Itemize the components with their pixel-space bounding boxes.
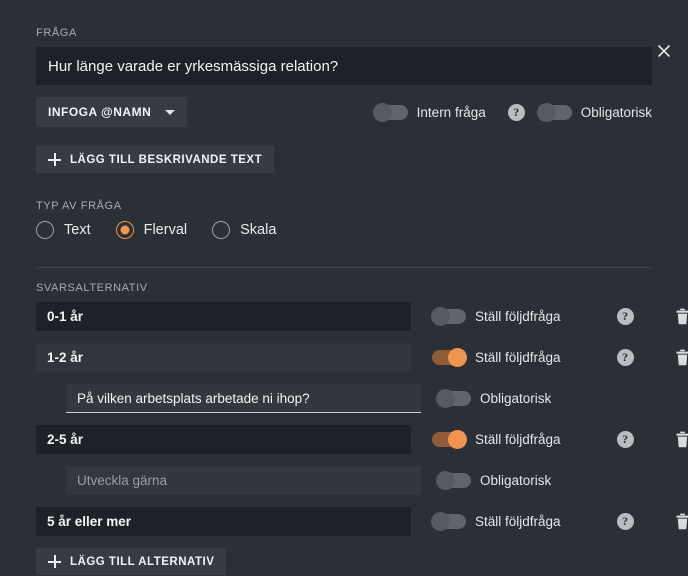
followup-toggle-label: Ställ följdfråga — [475, 432, 561, 447]
followup-question-input[interactable] — [66, 466, 421, 495]
radio-label: Skala — [240, 222, 277, 238]
answer-option-row: Ställ följdfråga ? — [36, 425, 688, 454]
help-icon[interactable]: ? — [507, 103, 525, 121]
toggle-knob — [431, 512, 450, 531]
question-input[interactable] — [36, 47, 652, 85]
answer-option-input[interactable] — [36, 507, 411, 536]
radio-icon-selected — [115, 221, 134, 239]
toggle-knob — [436, 471, 455, 490]
plus-icon — [48, 555, 61, 568]
followup-required-label: Obligatorisk — [480, 473, 552, 488]
required-label: Obligatorisk — [580, 104, 652, 120]
followup-question-row: Obligatorisk — [36, 384, 652, 413]
delete-option-button[interactable] — [675, 349, 688, 367]
internal-question-toggle-group: Intern fråga — [372, 102, 486, 122]
followup-required-toggle[interactable] — [436, 389, 471, 408]
close-icon — [657, 44, 671, 58]
answer-options-list: Ställ följdfråga ? — [36, 302, 688, 575]
section-divider — [36, 267, 652, 268]
help-icon[interactable]: ? — [616, 431, 634, 448]
followup-toggle[interactable] — [431, 307, 466, 326]
answer-option-input[interactable] — [36, 343, 411, 372]
question-type-radio-group: Text Flerval Skala — [36, 221, 652, 239]
answer-option-row: Ställ följdfråga ? — [36, 302, 688, 331]
insert-name-label: INFOGA @NAMN — [48, 105, 152, 119]
plus-icon — [48, 153, 61, 166]
radio-icon — [36, 221, 54, 239]
required-toggle-group: ? Obligatorisk — [507, 102, 652, 122]
followup-controls: Obligatorisk — [436, 471, 552, 490]
followup-toggle[interactable] — [431, 512, 466, 531]
answer-option-input[interactable] — [36, 302, 411, 331]
trash-icon — [676, 513, 688, 529]
question-editor-dialog: FRÅGA INFOGA @NAMN Intern fråga ? Obliga… — [0, 27, 688, 576]
answer-option-controls: Ställ följdfråga ? — [431, 512, 688, 531]
followup-required-toggle[interactable] — [436, 471, 471, 490]
followup-controls: Obligatorisk — [436, 389, 552, 408]
trash-icon — [676, 349, 688, 365]
radio-option-flerval[interactable]: Flerval — [115, 221, 188, 239]
toggle-knob — [436, 389, 455, 408]
add-description-wrap: LÄGG TILL BESKRIVANDE TEXT — [36, 146, 652, 173]
radio-label: Text — [64, 222, 91, 238]
answer-option-controls: Ställ följdfråga ? — [432, 430, 688, 449]
help-icon[interactable]: ? — [616, 513, 634, 530]
answer-option-row: Ställ följdfråga ? — [36, 507, 688, 536]
internal-question-label: Intern fråga — [416, 104, 486, 120]
chevron-down-icon — [165, 109, 176, 115]
followup-toggle-label: Ställ följdfråga — [475, 309, 561, 324]
delete-option-button[interactable] — [675, 308, 688, 326]
help-icon[interactable]: ? — [616, 349, 634, 366]
insert-name-button[interactable]: INFOGA @NAMN — [36, 97, 188, 127]
followup-toggle-label: Ställ följdfråga — [475, 514, 561, 529]
answer-option-controls: Ställ följdfråga ? — [432, 348, 688, 367]
answer-option-input[interactable] — [36, 425, 411, 454]
internal-question-toggle[interactable] — [372, 102, 408, 122]
followup-toggle[interactable] — [432, 348, 467, 367]
toggle-knob — [536, 102, 556, 122]
toggle-knob — [448, 348, 467, 367]
add-option-wrap: LÄGG TILL ALTERNATIV — [36, 548, 652, 575]
answers-label: SVARSALTERNATIV — [36, 282, 148, 294]
followup-question-row: Obligatorisk — [36, 466, 652, 495]
radio-label: Flerval — [143, 222, 188, 238]
dialog-content: FRÅGA INFOGA @NAMN Intern fråga ? Obliga… — [0, 27, 688, 575]
radio-icon — [212, 221, 231, 239]
required-toggle[interactable] — [536, 102, 572, 122]
delete-option-button[interactable] — [675, 513, 688, 531]
followup-toggle[interactable] — [432, 430, 467, 449]
followup-required-label: Obligatorisk — [480, 391, 552, 406]
question-label: FRÅGA — [36, 27, 77, 39]
trash-icon — [676, 308, 688, 324]
question-meta-row: INFOGA @NAMN Intern fråga ? Obligatorisk — [36, 97, 652, 127]
add-option-button[interactable]: LÄGG TILL ALTERNATIV — [36, 548, 227, 575]
close-button[interactable] — [648, 35, 680, 67]
toggle-knob — [372, 102, 392, 122]
trash-icon — [676, 431, 688, 447]
toggle-knob — [431, 307, 450, 326]
question-type-label: TYP AV FRÅGA — [36, 200, 122, 212]
add-description-button[interactable]: LÄGG TILL BESKRIVANDE TEXT — [36, 146, 275, 173]
radio-option-skala[interactable]: Skala — [212, 221, 276, 239]
add-option-label: LÄGG TILL ALTERNATIV — [70, 555, 215, 568]
answer-option-controls: Ställ följdfråga ? — [431, 307, 688, 326]
followup-question-input[interactable] — [66, 384, 421, 413]
delete-option-button[interactable] — [675, 431, 688, 449]
radio-option-text[interactable]: Text — [36, 221, 91, 239]
toggle-knob — [448, 430, 467, 449]
add-description-label: LÄGG TILL BESKRIVANDE TEXT — [70, 153, 263, 166]
followup-toggle-label: Ställ följdfråga — [475, 350, 561, 365]
help-icon[interactable]: ? — [616, 308, 634, 325]
answer-option-row: Ställ följdfråga ? — [36, 343, 688, 372]
